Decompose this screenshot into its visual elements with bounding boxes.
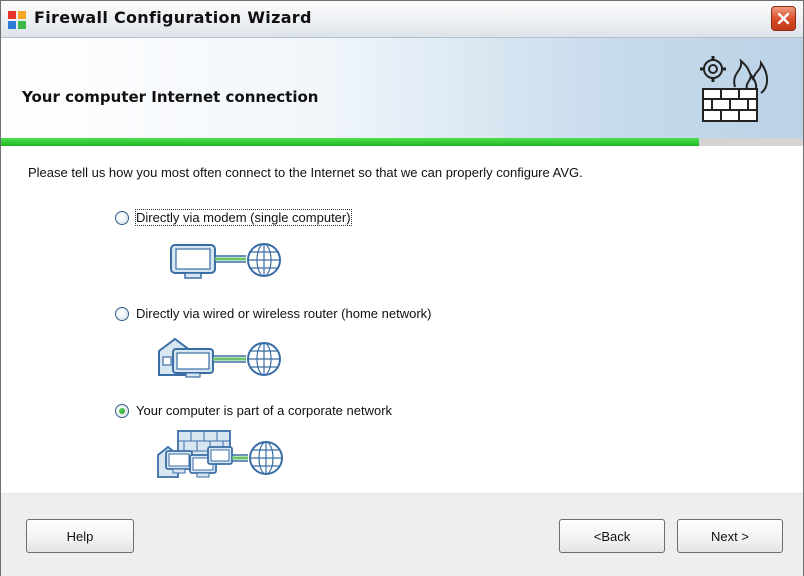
option-modem[interactable]: Directly via modem (single computer) <box>115 209 405 230</box>
window-title: Firewall Configuration Wizard <box>34 8 312 27</box>
title-bar[interactable]: Firewall Configuration Wizard <box>1 1 803 38</box>
wizard-window: Firewall Configuration Wizard Your compu… <box>0 0 804 576</box>
corporate-network-to-globe-icon <box>157 430 283 478</box>
monitor-to-globe-icon <box>170 243 281 279</box>
option-router-label[interactable]: Directly via wired or wireless router (h… <box>136 306 431 321</box>
page-title: Your computer Internet connection <box>22 88 319 106</box>
next-button[interactable]: Next > <box>677 519 783 553</box>
home-computer-to-globe-icon <box>158 337 281 378</box>
progress-fill <box>1 138 699 146</box>
back-button[interactable]: <Back <box>559 519 665 553</box>
progress-bar <box>1 138 803 146</box>
firewall-gear-flame-icon <box>700 56 768 122</box>
avg-flag-icon <box>8 11 26 29</box>
option-corporate-label[interactable]: Your computer is part of a corporate net… <box>136 403 392 418</box>
option-router[interactable]: Directly via wired or wireless router (h… <box>115 306 495 326</box>
help-button[interactable]: Help <box>26 519 134 553</box>
wizard-header: Your computer Internet connection <box>1 38 803 138</box>
radio-corporate[interactable] <box>115 404 129 418</box>
close-button[interactable] <box>771 6 796 31</box>
option-modem-label[interactable]: Directly via modem (single computer) <box>135 209 352 226</box>
option-corporate[interactable]: Your computer is part of a corporate net… <box>115 403 455 423</box>
instruction-text: Please tell us how you most often connec… <box>28 165 583 180</box>
button-bar: Help <Back Next > <box>1 493 803 576</box>
radio-router[interactable] <box>115 307 129 321</box>
radio-modem[interactable] <box>115 211 129 225</box>
close-icon <box>777 12 790 25</box>
